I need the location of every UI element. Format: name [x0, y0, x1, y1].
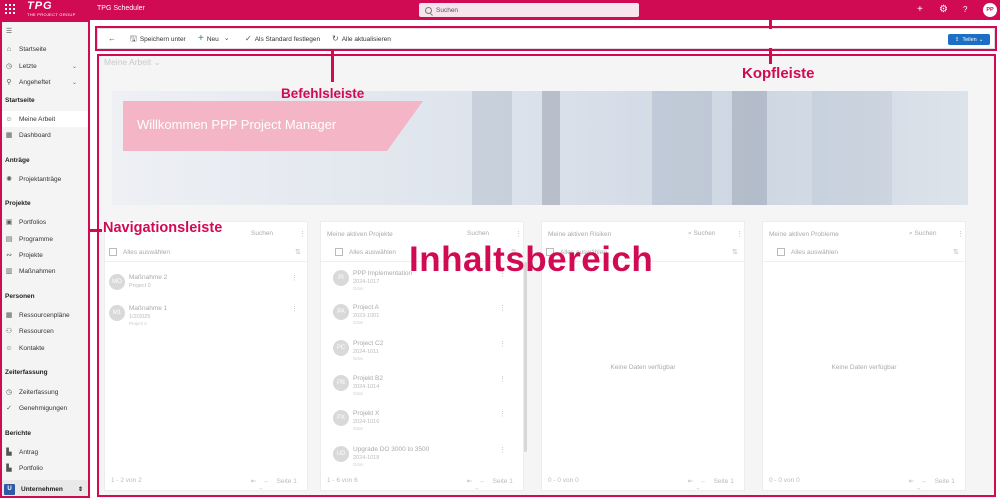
annotation-navigationsleiste: Navigationsleiste: [103, 220, 223, 236]
annotation-line-kopfleiste: [769, 17, 772, 29]
user-avatar[interactable]: PP: [983, 3, 997, 17]
annotation-kopfleiste: Kopfleiste: [742, 65, 815, 82]
annotation-frame-commandbar: [95, 26, 997, 51]
logo: TPG THE PROJECT GROUP: [27, 0, 76, 18]
question-icon[interactable]: ?: [963, 4, 967, 16]
top-header: TPG THE PROJECT GROUP TPG Scheduler Such…: [0, 0, 1000, 20]
annotation-line-kopfleiste-lower: [769, 48, 772, 64]
app-name[interactable]: TPG Scheduler: [97, 5, 145, 12]
app-launcher-icon[interactable]: [5, 4, 17, 16]
global-search[interactable]: Suchen: [419, 3, 639, 17]
search-placeholder: Suchen: [436, 6, 459, 14]
search-icon: [425, 6, 432, 14]
plus-icon[interactable]: +: [917, 4, 923, 16]
annotation-befehlsleiste: Befehlsleiste: [281, 86, 365, 101]
annotation-line-befehlsleiste: [331, 49, 334, 82]
annotation-line-navigationsleiste: [90, 229, 102, 232]
gear-icon[interactable]: ⚙: [939, 4, 948, 16]
annotation-inhaltsbereich: Inhaltsbereich: [409, 240, 654, 279]
annotation-frame-navigation: [0, 20, 90, 498]
